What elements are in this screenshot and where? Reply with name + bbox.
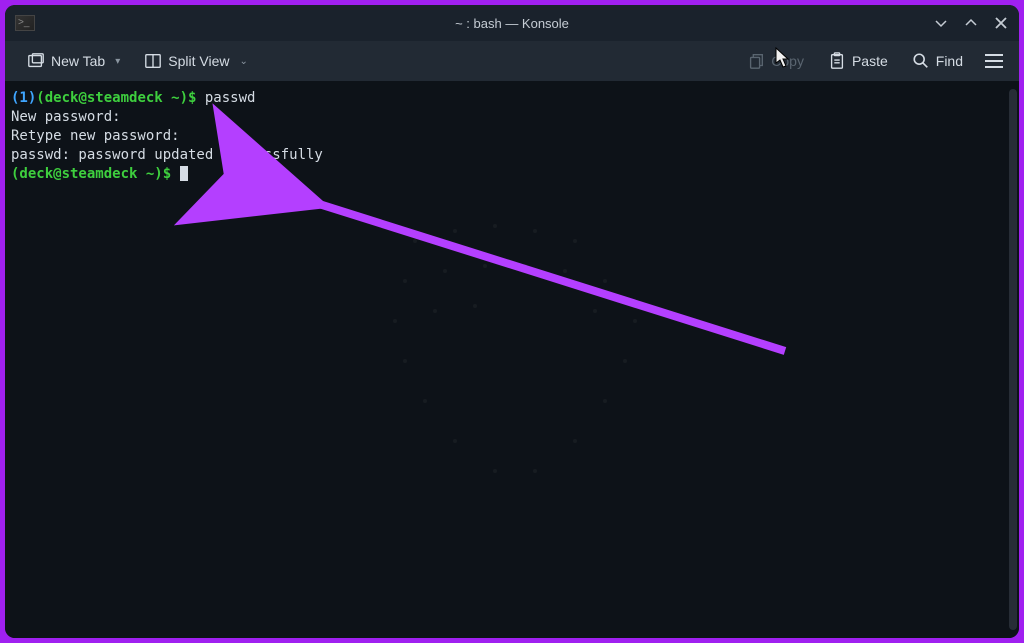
split-view-button[interactable]: Split View ⌄ — [134, 46, 258, 76]
toolbar: New Tab ▾ Split View ⌄ Copy — [5, 41, 1019, 81]
close-button[interactable] — [993, 15, 1009, 31]
new-tab-button[interactable]: New Tab ▾ — [17, 46, 130, 76]
minimize-button[interactable] — [933, 15, 949, 31]
window-controls — [933, 15, 1009, 31]
copy-button: Copy — [737, 46, 814, 76]
new-tab-label: New Tab — [51, 53, 105, 69]
paste-icon — [828, 52, 846, 70]
terminal-app-icon: >_ — [15, 15, 35, 31]
window-title: ~ : bash — Konsole — [455, 16, 569, 31]
split-view-label: Split View — [168, 53, 229, 69]
paste-button[interactable]: Paste — [818, 46, 898, 76]
scrollbar[interactable] — [1009, 89, 1017, 630]
terminal-output[interactable]: (1)(deck@steamdeck ~)$ passwd New passwo… — [5, 81, 1019, 638]
konsole-window: >_ ~ : bash — Konsole — [5, 5, 1019, 638]
split-view-icon — [144, 52, 162, 70]
titlebar: >_ ~ : bash — Konsole — [5, 5, 1019, 41]
find-label: Find — [936, 53, 963, 69]
copy-label: Copy — [771, 53, 804, 69]
hamburger-menu-button[interactable] — [985, 50, 1007, 72]
find-button[interactable]: Find — [902, 46, 973, 76]
paste-label: Paste — [852, 53, 888, 69]
new-tab-icon — [27, 52, 45, 70]
copy-icon — [747, 52, 765, 70]
chevron-down-icon: ▾ — [115, 56, 120, 67]
maximize-button[interactable] — [963, 15, 979, 31]
search-icon — [912, 52, 930, 70]
annotation-arrow — [5, 81, 1005, 638]
chevron-down-icon: ⌄ — [239, 56, 247, 67]
